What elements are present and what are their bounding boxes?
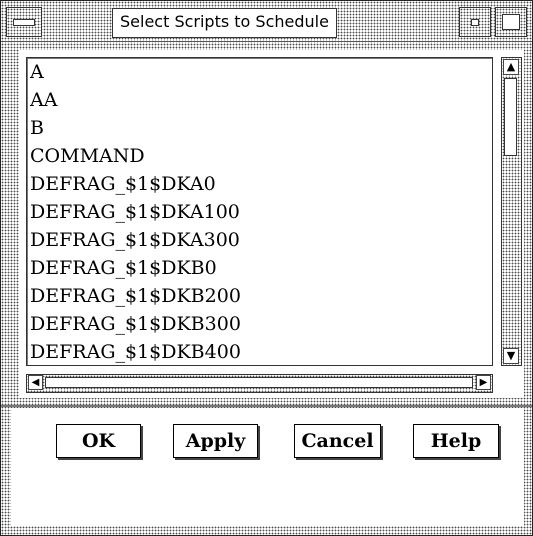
list-item[interactable]: DEFRAG_$1$DKB400: [27, 338, 492, 365]
list-item[interactable]: DEFRAG_$1$DKB300: [27, 310, 492, 338]
maximize-button[interactable]: [495, 7, 527, 37]
vertical-scrollbar[interactable]: ▲ ▼: [501, 57, 522, 366]
vertical-scroll-thumb[interactable]: [504, 78, 517, 156]
ok-button[interactable]: OK: [56, 424, 141, 458]
button-area: OK Apply Cancel Help: [11, 408, 524, 526]
list-item[interactable]: DEFRAG_$1$DKA100: [27, 198, 492, 226]
list-item[interactable]: COMMAND: [27, 142, 492, 170]
list-item[interactable]: DEFRAG_$1$DKB0: [27, 254, 492, 282]
help-button[interactable]: Help: [413, 424, 499, 458]
window-menu-button[interactable]: [6, 7, 42, 37]
horizontal-scroll-thumb[interactable]: [45, 377, 473, 388]
cancel-button[interactable]: Cancel: [294, 424, 381, 458]
script-list[interactable]: A AA B COMMAND DEFRAG_$1$DKA0 DEFRAG_$1$…: [26, 57, 493, 366]
title-bar[interactable]: Select Scripts to Schedule: [1, 1, 532, 41]
list-item[interactable]: A: [27, 58, 492, 86]
arrow-down-icon[interactable]: ▼: [503, 348, 519, 364]
list-item[interactable]: DEFRAG_$1$DKA0: [27, 170, 492, 198]
maximize-icon: [502, 14, 520, 30]
arrow-up-icon[interactable]: ▲: [503, 59, 519, 75]
dialog-window: Select Scripts to Schedule A AA B COMMAN…: [0, 0, 533, 536]
window-menu-icon: [13, 19, 35, 26]
minimize-icon: [471, 19, 479, 26]
window-title: Select Scripts to Schedule: [112, 8, 337, 38]
list-item[interactable]: DEFRAG_$1$DKB200: [27, 282, 492, 310]
list-item[interactable]: B: [27, 114, 492, 142]
title-separator: [1, 41, 532, 42]
button-area-separator: [1, 405, 532, 407]
minimize-button[interactable]: [459, 7, 491, 37]
list-item[interactable]: DEFRAG_$1$DKA300: [27, 226, 492, 254]
horizontal-scrollbar[interactable]: ◀ ▶: [26, 374, 493, 393]
content-area: A AA B COMMAND DEFRAG_$1$DKA0 DEFRAG_$1$…: [19, 50, 524, 398]
arrow-right-icon[interactable]: ▶: [476, 375, 491, 390]
list-item[interactable]: AA: [27, 86, 492, 114]
script-list-items: A AA B COMMAND DEFRAG_$1$DKA0 DEFRAG_$1$…: [27, 58, 492, 365]
arrow-left-icon[interactable]: ◀: [28, 375, 43, 390]
apply-button[interactable]: Apply: [173, 424, 258, 458]
